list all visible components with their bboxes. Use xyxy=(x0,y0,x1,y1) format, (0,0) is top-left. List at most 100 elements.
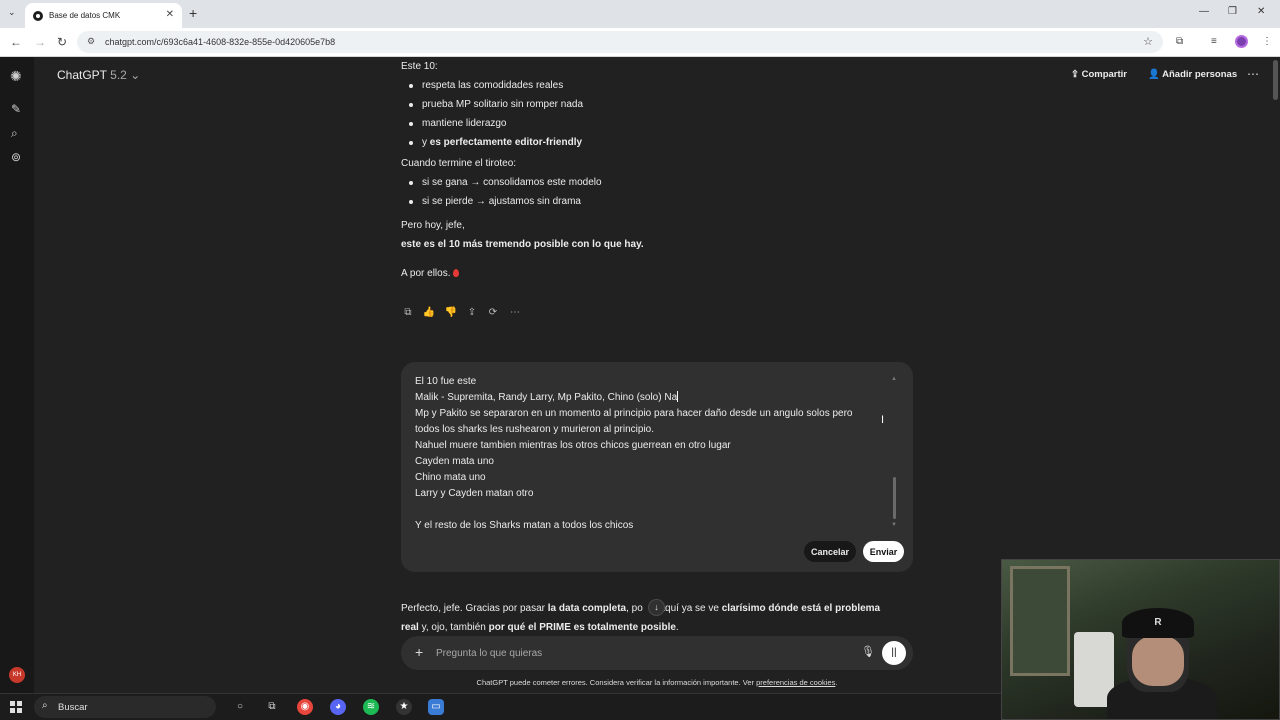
response-bold-text: clarísimo dónde está el problema xyxy=(721,603,881,614)
browser-tab-bar: ⌄ Base de datos CMK ✕ + — ❐ ✕ xyxy=(0,0,1280,28)
regenerate-icon[interactable]: ⟳ xyxy=(486,306,500,320)
library-icon[interactable]: ⊚ xyxy=(11,150,21,164)
add-people-label: Añadir personas xyxy=(1162,69,1238,80)
app-window-icon[interactable]: ▭ xyxy=(428,699,444,715)
send-button[interactable]: Enviar xyxy=(863,541,904,562)
windows-taskbar: ⌕ Buscar ○ ⧉ ◉ ◕ ≋ ★ ▭ xyxy=(0,693,1001,720)
message-closing-line-1: Pero hoy, jefe, xyxy=(401,220,465,231)
site-info-icon[interactable]: ⚙ xyxy=(87,36,95,47)
sidebar: ✺ ✎ ⌕ ⊚ KH xyxy=(0,57,34,693)
page-scrollbar-thumb[interactable] xyxy=(1273,60,1278,100)
add-person-icon: 👤 xyxy=(1148,69,1160,80)
edit-scrollbar-thumb[interactable] xyxy=(893,477,896,519)
response-text: . xyxy=(675,622,679,633)
new-tab-icon[interactable]: + xyxy=(189,5,197,21)
edit-message-textarea[interactable]: El 10 fue este Malik - Supremita, Randy … xyxy=(415,374,890,534)
bookmark-star-icon[interactable]: ☆ xyxy=(1143,35,1153,48)
voice-mode-icon[interactable]: || xyxy=(882,641,906,665)
media-controls-icon[interactable]: ≡ xyxy=(1211,36,1217,47)
browser-toolbar: ← → ↻ ⚙ chatgpt.com/c/693c6a41-4608-832e… xyxy=(0,28,1280,57)
response-text: Perfecto, jefe. Gracias por pasar xyxy=(401,603,548,614)
prompt-input[interactable] xyxy=(436,644,856,662)
more-icon[interactable]: ⋯ xyxy=(508,306,522,320)
new-chat-icon[interactable]: ✎ xyxy=(11,102,21,116)
chatgpt-favicon-icon xyxy=(33,10,43,21)
conversation-options-icon[interactable]: ⋯ xyxy=(1247,67,1259,81)
webcam-cap-logo: R xyxy=(1122,608,1194,638)
minimize-icon[interactable]: — xyxy=(1199,6,1209,17)
edit-scroll-down-icon[interactable]: ▼ xyxy=(891,522,897,528)
cancel-button[interactable]: Cancelar xyxy=(804,541,856,562)
browser-tab[interactable]: Base de datos CMK ✕ xyxy=(25,3,182,28)
edit-line-empty xyxy=(415,502,890,518)
close-window-icon[interactable]: ✕ xyxy=(1257,6,1265,17)
response-bold-text: real xyxy=(401,622,419,633)
list-item-text: si se gana → consolidamos este modelo xyxy=(422,177,602,188)
composer: + 🎙 || xyxy=(401,636,913,670)
windows-start-icon[interactable] xyxy=(10,701,22,713)
cortana-icon[interactable]: ○ xyxy=(232,699,248,715)
address-bar[interactable]: ⚙ chatgpt.com/c/693c6a41-4608-832e-855e-… xyxy=(77,31,1163,53)
text-cursor-icon: I xyxy=(881,414,885,426)
list-item: si se pierde → ajustamos sin drama xyxy=(401,192,911,211)
url-text: chatgpt.com/c/693c6a41-4608-832e-855e-0d… xyxy=(105,37,336,47)
task-view-icon[interactable]: ⧉ xyxy=(264,699,280,715)
response-text: , po xyxy=(626,603,643,614)
openai-logo-icon[interactable]: ✺ xyxy=(10,68,22,85)
thumbs-up-icon[interactable]: 👍 xyxy=(422,306,436,320)
search-icon: ⌕ xyxy=(42,700,48,711)
extensions-icon[interactable]: ⧉ xyxy=(1176,36,1183,47)
profile-avatar-icon[interactable] xyxy=(1235,35,1248,48)
edit-scroll-up-icon[interactable]: ▲ xyxy=(891,376,897,382)
response-bold-text: la data completa xyxy=(547,603,627,614)
model-selector[interactable]: ChatGPT 5.2 ⌄ xyxy=(57,68,140,82)
taskbar-search-label: Buscar xyxy=(58,701,88,713)
restore-icon[interactable]: ❐ xyxy=(1228,6,1237,17)
browser-menu-icon[interactable]: ⋮ xyxy=(1262,36,1272,47)
chevron-down-icon: ⌄ xyxy=(130,68,141,82)
close-tab-icon[interactable]: ✕ xyxy=(166,9,174,20)
add-people-button[interactable]: 👤 Añadir personas xyxy=(1148,69,1237,80)
list-item-text: prueba MP solitario sin romper nada xyxy=(422,99,584,110)
back-icon[interactable]: ← xyxy=(10,35,22,49)
list-item-text: si se pierde → ajustamos sin drama xyxy=(422,196,581,207)
attach-plus-icon[interactable]: + xyxy=(415,644,423,660)
bullet-list-1: respeta las comodidades reales prueba MP… xyxy=(401,76,911,152)
chrome-icon[interactable]: ◉ xyxy=(297,699,313,715)
share-button[interactable]: ⇪ Compartir xyxy=(1071,69,1127,80)
edit-line: Cayden mata uno xyxy=(415,456,494,467)
list-item-text: mantiene liderazgo xyxy=(422,118,507,129)
bullet-list-2: si se gana → consolidamos este modelo si… xyxy=(401,173,911,211)
text-caret xyxy=(677,391,679,402)
reload-icon[interactable]: ↻ xyxy=(57,35,67,49)
thumbs-down-icon[interactable]: 👎 xyxy=(444,306,458,320)
screen: ⌄ Base de datos CMK ✕ + — ❐ ✕ ← → ↻ ⚙ ch… xyxy=(0,0,1280,720)
disclaimer-text: ChatGPT puede cometer errores. Considera… xyxy=(476,678,757,687)
red-drop-emoji-icon xyxy=(453,269,460,277)
share-label: Compartir xyxy=(1081,69,1128,80)
cookie-preferences-link[interactable]: preferencias de cookies xyxy=(756,678,835,687)
share-header-icon: ⇪ xyxy=(1071,69,1079,80)
copy-icon[interactable]: ⧉ xyxy=(401,306,415,320)
tab-list-chevron-icon[interactable]: ⌄ xyxy=(8,7,16,18)
search-chats-icon[interactable]: ⌕ xyxy=(11,126,18,141)
webcam-overlay: R xyxy=(1001,559,1280,720)
scroll-to-bottom-icon[interactable]: ↓ xyxy=(648,599,665,616)
taskbar-search[interactable]: ⌕ Buscar xyxy=(34,696,216,718)
message-closing-line-2: este es el 10 más tremendo posible con l… xyxy=(401,239,644,250)
share-icon[interactable]: ⇪ xyxy=(465,306,479,320)
list-item: si se gana → consolidamos este modelo xyxy=(401,173,911,192)
signoff-text: A por ellos. xyxy=(401,268,451,279)
edit-line: Chino mata uno xyxy=(415,472,486,483)
forward-icon[interactable]: → xyxy=(34,35,46,49)
spotify-icon[interactable]: ≋ xyxy=(363,699,379,715)
list-item: prueba MP solitario sin romper nada xyxy=(401,95,911,114)
edit-line: El 10 fue este xyxy=(415,376,477,387)
list-item-text: y xyxy=(422,137,430,148)
microphone-icon[interactable]: 🎙 xyxy=(861,645,875,658)
rockstar-launcher-icon[interactable]: ★ xyxy=(396,699,412,715)
assistant-message: Este 10: respeta las comodidades reales … xyxy=(401,57,911,283)
edit-line-text: Malik - Supremita, Randy Larry, Mp Pakit… xyxy=(415,392,678,403)
discord-icon[interactable]: ◕ xyxy=(330,699,346,715)
disclaimer-end: . xyxy=(835,678,838,687)
